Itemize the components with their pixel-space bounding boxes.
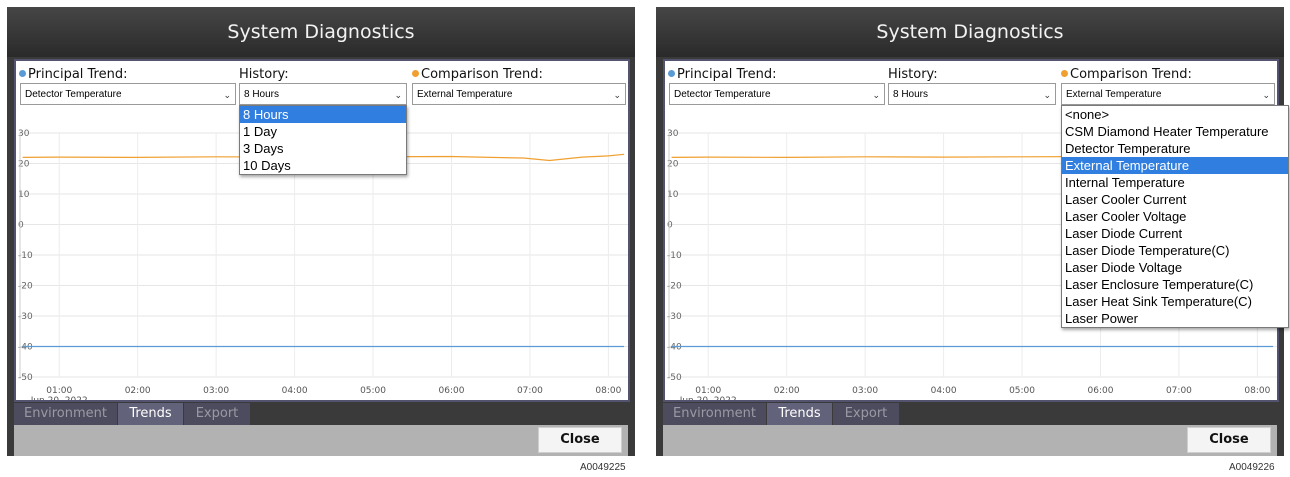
x-date-label: Jun 20, 2022 (30, 396, 88, 400)
x-tick-label: 08:00 (595, 386, 621, 396)
history-select[interactable]: 8 Hours ⌄ (239, 83, 407, 105)
history-label: History: (888, 67, 938, 82)
y-tick-label: 0 (667, 221, 673, 231)
dropdown-option[interactable]: CSM Diamond Heater Temperature (1062, 123, 1288, 140)
comparison-trend-label-text: Comparison Trend: (1070, 67, 1192, 82)
x-tick-label: 08:00 (1244, 386, 1270, 396)
history-value: 8 Hours (244, 89, 280, 100)
x-tick-label: 04:00 (931, 386, 957, 396)
x-tick-label: 07:00 (1166, 386, 1192, 396)
comparison-trend-select[interactable]: External Temperature ⌄ (412, 83, 626, 105)
tab-environment[interactable]: Environment (663, 403, 766, 425)
trend-content: Principal Trend: History: Comparison Tre… (663, 59, 1289, 402)
comparison-trend-label: Comparison Trend: (412, 67, 543, 82)
principal-trend-select[interactable]: Detector Temperature ⌄ (669, 83, 885, 105)
principal-trend-label: Principal Trend: (19, 67, 128, 82)
chevron-down-icon: ⌄ (613, 90, 621, 100)
x-tick-label: 01:00 (695, 386, 721, 396)
tab-environment[interactable]: Environment (14, 403, 117, 425)
comparison-trend-label: Comparison Trend: (1061, 67, 1192, 82)
comparison-trend-label-text: Comparison Trend: (421, 67, 543, 82)
x-tick-label: 02:00 (125, 386, 151, 396)
dropdown-option[interactable]: Laser Heat Sink Temperature(C) (1062, 293, 1288, 310)
x-tick-label: 04:00 (282, 386, 308, 396)
x-tick-label: 01:00 (46, 386, 72, 396)
trend-content: Principal Trend: History: Comparison Tre… (14, 59, 630, 402)
x-tick-label: 07:00 (517, 386, 543, 396)
dropdown-option[interactable]: External Temperature (1062, 157, 1288, 174)
dropdown-option[interactable]: 1 Day (240, 123, 406, 140)
history-dropdown-list: 8 Hours 1 Day 3 Days 10 Days (239, 105, 407, 175)
close-button[interactable]: Close (1187, 427, 1271, 453)
dropdown-option[interactable]: Laser Diode Current (1062, 225, 1288, 242)
dropdown-option[interactable]: 3 Days (240, 140, 406, 157)
x-tick-label: 06:00 (439, 386, 465, 396)
dropdown-option[interactable]: Laser Cooler Current (1062, 191, 1288, 208)
figure-code: A0049225 (580, 462, 626, 473)
y-tick-label: 0 (18, 221, 24, 231)
principal-dot-icon (19, 70, 26, 77)
comparison-trend-value: External Temperature (1066, 89, 1162, 100)
x-tick-label: 05:00 (360, 386, 386, 396)
x-tick-label: 02:00 (774, 386, 800, 396)
figure-code: A0049226 (1229, 462, 1275, 473)
comparison-trend-select[interactable]: External Temperature ⌄ (1061, 83, 1275, 105)
x-tick-label: 06:00 (1088, 386, 1114, 396)
tab-trends[interactable]: Trends (767, 403, 832, 425)
tab-export[interactable]: Export (833, 403, 899, 425)
dropdown-option[interactable]: 8 Hours (240, 106, 406, 123)
x-tick-label: 05:00 (1009, 386, 1035, 396)
chevron-down-icon: ⌄ (394, 90, 402, 100)
dropdown-option[interactable]: Laser Diode Voltage (1062, 259, 1288, 276)
dropdown-option[interactable]: 10 Days (240, 157, 406, 174)
window-footer: Close (663, 425, 1277, 456)
principal-trend-label-text: Principal Trend: (28, 67, 128, 82)
dropdown-option[interactable]: Laser Power (1062, 310, 1288, 327)
comparison-trend-value: External Temperature (417, 89, 513, 100)
dropdown-option[interactable]: <none> (1062, 106, 1288, 123)
comparison-dropdown-list: <none> CSM Diamond Heater Temperature Dete… (1061, 105, 1289, 328)
tab-trends[interactable]: Trends (118, 403, 183, 425)
principal-trend-label: Principal Trend: (668, 67, 777, 82)
principal-trend-value: Detector Temperature (674, 89, 771, 100)
diagnostics-window-comparison: System Diagnostics Principal Trend: Hist… (656, 7, 1289, 456)
history-value: 8 Hours (893, 89, 929, 100)
tab-export[interactable]: Export (184, 403, 250, 425)
comparison-dot-icon (412, 70, 419, 77)
x-tick-label: 03:00 (852, 386, 878, 396)
dropdown-option[interactable]: Laser Diode Temperature(C) (1062, 242, 1288, 259)
x-date-label: Jun 20, 2022 (679, 396, 737, 400)
dropdown-option[interactable]: Internal Temperature (1062, 174, 1288, 191)
principal-dot-icon (668, 70, 675, 77)
diagnostics-window-history: System Diagnostics Principal Trend: Hist… (7, 7, 635, 456)
principal-trend-label-text: Principal Trend: (677, 67, 777, 82)
close-button[interactable]: Close (538, 427, 622, 453)
window-footer: Close (14, 425, 628, 456)
x-tick-label: 03:00 (203, 386, 229, 396)
chevron-down-icon: ⌄ (1043, 90, 1051, 100)
chevron-down-icon: ⌄ (223, 90, 231, 100)
history-select[interactable]: 8 Hours ⌄ (888, 83, 1056, 105)
principal-trend-select[interactable]: Detector Temperature ⌄ (20, 83, 236, 105)
chevron-down-icon: ⌄ (1262, 90, 1270, 100)
history-label: History: (239, 67, 289, 82)
dropdown-option[interactable]: Laser Enclosure Temperature(C) (1062, 276, 1288, 293)
window-title: System Diagnostics (7, 7, 635, 57)
window-title: System Diagnostics (656, 7, 1284, 57)
dropdown-option[interactable]: Laser Cooler Voltage (1062, 208, 1288, 225)
comparison-dot-icon (1061, 70, 1068, 77)
principal-trend-value: Detector Temperature (25, 89, 122, 100)
dropdown-option[interactable]: Detector Temperature (1062, 140, 1288, 157)
chevron-down-icon: ⌄ (872, 90, 880, 100)
